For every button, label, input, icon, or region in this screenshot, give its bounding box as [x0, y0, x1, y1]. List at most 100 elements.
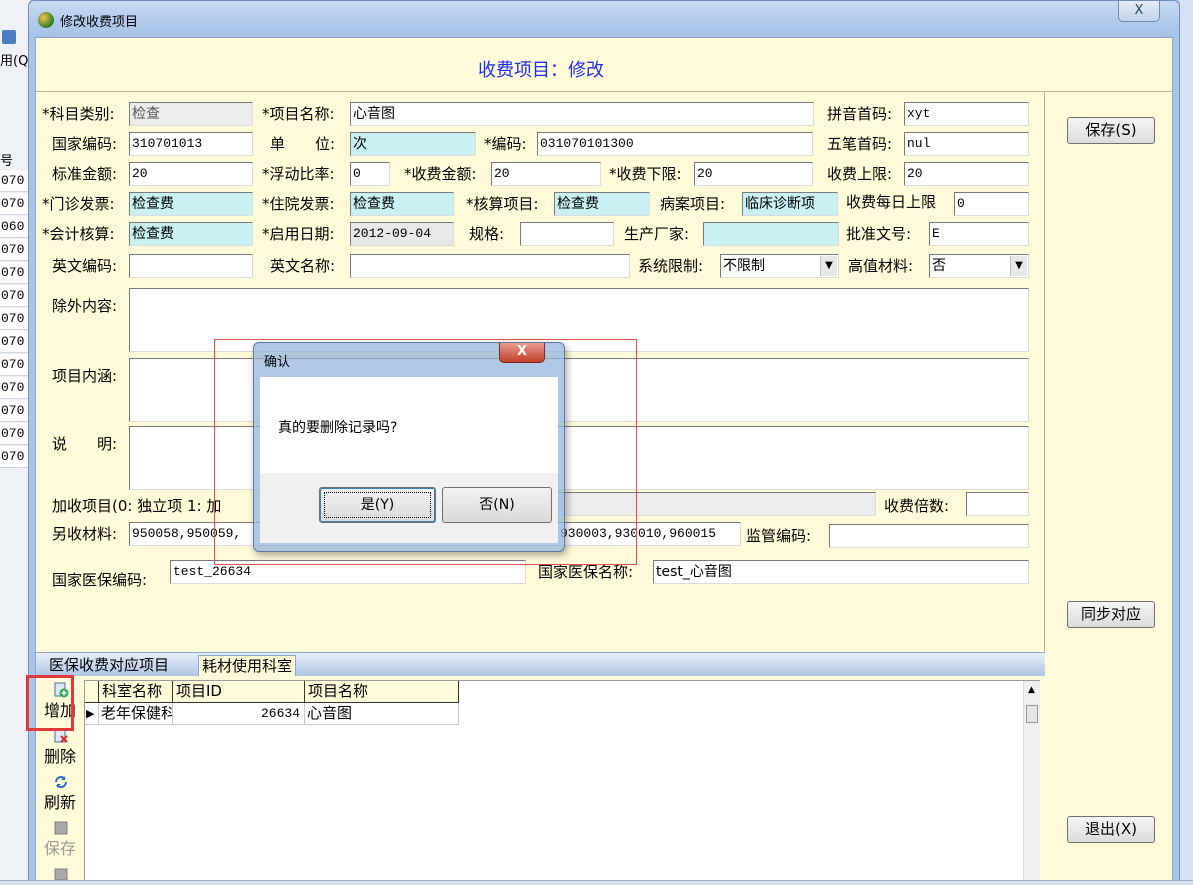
background-row-code: 070 [0, 193, 30, 215]
form-header: 收费项目：修改 [36, 38, 1172, 92]
background-app-panel: 用(Q 号 070 070 060 070 070 070 070 070 07… [0, 0, 30, 885]
fee-multiple-field[interactable] [966, 492, 1029, 516]
accounting-item-label: *核算项目: [466, 195, 539, 213]
chevron-down-icon[interactable]: ▼ [820, 256, 837, 276]
accounting-item-field[interactable]: 检查费 [554, 192, 650, 216]
std-amount-field[interactable]: 20 [129, 162, 253, 186]
dialog-message: 真的要删除记录吗? [278, 420, 398, 436]
dialog-close-button[interactable]: X [499, 343, 545, 363]
grid-scrollbar[interactable]: ▲ ▼ [1023, 681, 1040, 885]
enable-date-field[interactable]: 2012-09-04 [350, 222, 454, 246]
english-code-field[interactable] [129, 254, 253, 278]
grid-cell-dept[interactable]: 老年保健科 [99, 703, 173, 725]
background-row-code: 070 [0, 331, 30, 353]
dialog-footer: 是(Y) 否(N) [260, 473, 558, 543]
background-row-code: 070 [0, 285, 30, 307]
background-row-code: 070 [0, 239, 30, 261]
supervision-label: 监管编码: [746, 527, 812, 545]
save-button[interactable]: 保存(S) [1067, 117, 1155, 144]
grid-cell-item-id[interactable]: 26634 [173, 703, 305, 725]
approval-no-field[interactable]: E [929, 222, 1029, 246]
accounting-field[interactable]: 检查费 [129, 222, 253, 246]
code-label: *编码: [484, 135, 527, 153]
outpatient-invoice-label: *门诊发票: [42, 195, 115, 213]
category-field[interactable]: 检查 [129, 102, 253, 126]
wubi-label: 五笔首码: [827, 135, 893, 153]
grid-header-item-name[interactable]: 项目名称 [305, 681, 459, 703]
spec-field[interactable] [520, 222, 614, 246]
refresh-button[interactable]: 刷新 [40, 772, 80, 816]
scroll-up-icon[interactable]: ▲ [1028, 685, 1035, 695]
fee-min-field[interactable]: 20 [694, 162, 813, 186]
inpatient-invoice-label: *住院发票: [262, 195, 335, 213]
background-row-code: 070 [0, 170, 30, 192]
daily-max-field[interactable]: 0 [954, 192, 1029, 216]
grid-save-button[interactable]: 保存 [40, 818, 80, 862]
exit-button[interactable]: 退出(X) [1067, 816, 1155, 843]
wubi-field[interactable]: nul [904, 132, 1029, 156]
grid-header-item-id[interactable]: 项目ID [173, 681, 305, 703]
surcharge-label: 加收项目(0: 独立项 1: 加 [52, 497, 222, 515]
window-titlebar[interactable]: 修改收费项目 X [29, 1, 1179, 37]
pinyin-label: 拼音首码: [827, 105, 893, 123]
background-row-code: 070 [0, 354, 30, 376]
pinyin-field[interactable]: xyt [904, 102, 1029, 126]
no-button[interactable]: 否(N) [442, 487, 552, 523]
background-app-edge [1180, 0, 1193, 885]
refresh-button-label: 刷新 [43, 793, 76, 812]
refresh-icon [55, 776, 67, 788]
insurance-code-label: 国家医保编码: [52, 571, 148, 589]
background-row-code: 070 [0, 446, 30, 468]
sync-button[interactable]: 同步对应 [1067, 601, 1155, 628]
background-column-label: 号 [0, 154, 14, 169]
code-field[interactable]: 031070101300 [537, 132, 813, 156]
tab-insurance-mapping[interactable]: 医保收费对应项目 [46, 655, 172, 677]
approval-no-label: 批准文号: [846, 225, 912, 243]
fee-min-label: *收费下限: [609, 165, 682, 183]
background-row-code: 070 [0, 423, 30, 445]
fee-max-field[interactable]: 20 [904, 162, 1029, 186]
background-toolbar-icon [2, 30, 16, 44]
high-value-select[interactable]: 否 ▼ [929, 254, 1029, 278]
description-label: 说 明: [52, 435, 118, 453]
system-limit-label: 系统限制: [638, 257, 704, 275]
english-name-field[interactable] [350, 254, 630, 278]
medical-record-label: 病案项目: [660, 195, 726, 213]
grid-cell-item-name[interactable]: 心音图 [305, 703, 459, 725]
grid-save-button-label: 保存 [43, 839, 76, 858]
supervision-field[interactable] [829, 524, 1029, 548]
window-close-button[interactable]: X [1118, 1, 1160, 22]
tab-material-departments[interactable]: 耗材使用科室 [198, 655, 297, 677]
taskbar-strip [0, 880, 1193, 885]
manufacturer-label: 生产厂家: [624, 225, 690, 243]
confirm-dialog: 确认 X 真的要删除记录吗? 是(Y) 否(N) [253, 342, 565, 552]
fee-amount-field[interactable]: 20 [491, 162, 601, 186]
excluded-label: 除外内容: [52, 297, 118, 315]
national-code-label: 国家编码: [52, 135, 118, 153]
inpatient-invoice-field[interactable]: 检查费 [350, 192, 454, 216]
system-limit-select[interactable]: 不限制 ▼ [720, 254, 839, 278]
yes-button[interactable]: 是(Y) [319, 487, 436, 523]
background-row-code: 070 [0, 400, 30, 422]
float-rate-field[interactable]: 0 [350, 162, 390, 186]
insurance-name-field[interactable]: test_心音图 [653, 560, 1029, 584]
delete-button[interactable]: 删除 [40, 726, 80, 770]
background-row-code: 070 [0, 377, 30, 399]
enable-date-label: *启用日期: [262, 225, 335, 243]
scroll-thumb[interactable] [1026, 705, 1038, 723]
unit-field[interactable]: 次 [350, 132, 476, 156]
side-button-panel: 保存(S) 同步对应 退出(X) [1046, 92, 1172, 885]
medical-record-field[interactable]: 临床诊断项 [742, 192, 838, 216]
item-name-field[interactable]: 心音图 [350, 102, 814, 126]
dialog-title: 确认 [264, 355, 291, 370]
outpatient-invoice-field[interactable]: 检查费 [129, 192, 253, 216]
save-icon [54, 821, 68, 835]
chevron-down-icon[interactable]: ▼ [1010, 256, 1027, 276]
app-logo-icon [38, 12, 54, 28]
manufacturer-field[interactable] [703, 222, 839, 246]
national-code-field[interactable]: 310701013 [129, 132, 253, 156]
focus-ring [324, 492, 431, 518]
grid-header-dept[interactable]: 科室名称 [99, 681, 173, 703]
std-amount-label: 标准金额: [52, 165, 118, 183]
delete-button-label: 删除 [43, 747, 76, 766]
